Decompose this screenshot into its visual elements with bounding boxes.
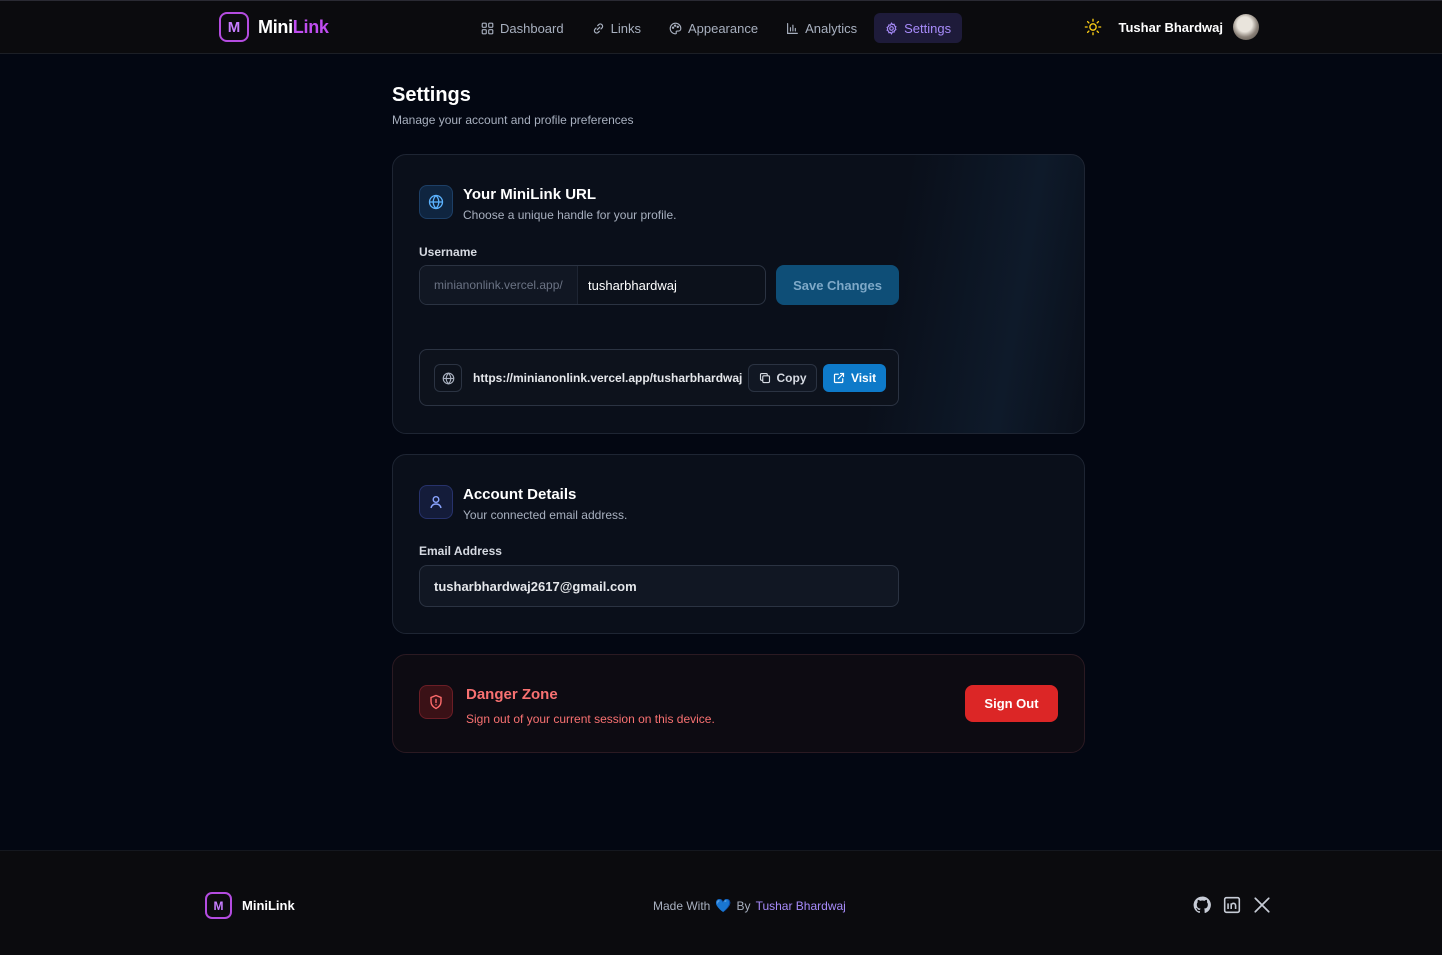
top-navbar: M MiniLink Dashboard Links Appearance An… xyxy=(0,0,1442,54)
danger-zone-card: Danger Zone Sign out of your current ses… xyxy=(392,654,1085,753)
card-header: Account Details Your connected email add… xyxy=(419,485,627,522)
github-icon[interactable] xyxy=(1193,896,1211,914)
user-menu: Tushar Bhardwaj xyxy=(1084,14,1259,40)
external-link-icon xyxy=(833,372,845,384)
visit-button[interactable]: Visit xyxy=(823,364,886,392)
linkedin-icon[interactable] xyxy=(1223,896,1241,914)
nav-item-label: Dashboard xyxy=(500,20,564,36)
card-header-text: Account Details Your connected email add… xyxy=(463,485,627,522)
page-subtitle: Manage your account and profile preferen… xyxy=(392,113,634,127)
public-url-box: https://minianonlink.vercel.app/tusharbh… xyxy=(419,349,899,406)
card-header: Danger Zone Sign out of your current ses… xyxy=(419,685,715,726)
username-field: minianonlink.vercel.app/ tusharbhardwaj xyxy=(419,265,766,305)
nav-item-settings[interactable]: Settings xyxy=(874,13,963,43)
footer-credit: Made With 💙 By Tushar Bhardwaj xyxy=(653,898,846,914)
globe-icon xyxy=(428,194,444,210)
sun-icon[interactable] xyxy=(1084,18,1102,36)
card-title: Account Details xyxy=(463,486,577,503)
copy-icon xyxy=(759,372,770,384)
card-title: Your MiniLink URL xyxy=(463,186,597,203)
page-title: Settings xyxy=(392,84,471,106)
avatar[interactable] xyxy=(1233,14,1259,40)
card-title: Danger Zone xyxy=(466,686,558,703)
nav-item-links[interactable]: Links xyxy=(581,13,652,43)
nav-item-label: Appearance xyxy=(687,20,759,36)
user-icon xyxy=(430,496,442,509)
brand-name: MiniLink xyxy=(258,17,329,38)
palette-icon xyxy=(669,22,682,34)
brand-name-part1: Mini xyxy=(258,16,293,37)
username-label: Username xyxy=(419,245,478,259)
footer-brand[interactable]: M MiniLink xyxy=(205,892,295,919)
social-links xyxy=(1193,896,1271,914)
footer-brand-name: MiniLink xyxy=(242,898,295,913)
nav-item-label: Analytics xyxy=(805,20,858,36)
user-icon-tile xyxy=(419,485,453,519)
bar-chart-icon xyxy=(787,22,799,34)
sign-out-button[interactable]: Sign Out xyxy=(965,685,1058,722)
brand-name-part2: Link xyxy=(292,16,329,37)
account-details-card: Account Details Your connected email add… xyxy=(392,454,1085,634)
link-icon xyxy=(593,22,603,34)
shield-alert-icon xyxy=(430,694,442,710)
credit-prefix: Made With xyxy=(653,899,711,913)
footer: M MiniLink Made With 💙 By Tushar Bhardwa… xyxy=(0,850,1442,955)
visit-label: Visit xyxy=(850,371,877,385)
save-changes-button[interactable]: Save Changes xyxy=(776,265,899,305)
card-header: Your MiniLink URL Choose a unique handle… xyxy=(419,185,676,222)
heart-icon: 💙 xyxy=(715,898,732,913)
nav-item-analytics[interactable]: Analytics xyxy=(775,13,868,43)
nav-item-label: Links xyxy=(610,20,641,36)
nav-item-label: Settings xyxy=(904,20,952,36)
credit-author-link[interactable]: Tushar Bhardwaj xyxy=(756,899,846,913)
nav-item-appearance[interactable]: Appearance xyxy=(658,13,769,43)
logo-mark: M xyxy=(205,892,232,919)
email-label: Email Address xyxy=(419,544,502,558)
card-header-text: Your MiniLink URL Choose a unique handle… xyxy=(463,185,676,222)
gear-icon xyxy=(886,21,897,35)
minilink-url-card: Your MiniLink URL Choose a unique handle… xyxy=(392,154,1085,434)
globe-icon xyxy=(442,371,454,385)
brand-logo[interactable]: M MiniLink xyxy=(219,12,329,42)
grid-icon xyxy=(481,22,494,34)
nav-item-dashboard[interactable]: Dashboard xyxy=(470,13,575,43)
email-field[interactable]: tusharbhardwaj2617@gmail.com xyxy=(419,565,899,607)
credit-by: By xyxy=(736,899,751,913)
user-name[interactable]: Tushar Bhardwaj xyxy=(1118,20,1223,35)
main-nav: Dashboard Links Appearance Analytics Set… xyxy=(470,13,963,43)
card-description: Sign out of your current session on this… xyxy=(466,712,715,726)
logo-mark: M xyxy=(219,12,249,42)
link-globe-tile xyxy=(434,364,462,392)
username-input[interactable]: tusharbhardwaj xyxy=(578,266,765,304)
shield-icon-tile xyxy=(419,685,453,719)
url-prefix: minianonlink.vercel.app/ xyxy=(420,266,578,304)
x-icon[interactable] xyxy=(1253,896,1271,914)
card-header-text: Danger Zone Sign out of your current ses… xyxy=(466,685,715,726)
globe-icon-tile xyxy=(419,185,453,219)
public-url: https://minianonlink.vercel.app/tusharbh… xyxy=(473,371,743,385)
card-description: Your connected email address. xyxy=(463,508,628,522)
card-description: Choose a unique handle for your profile. xyxy=(463,208,677,222)
copy-label: Copy xyxy=(776,371,807,385)
copy-button[interactable]: Copy xyxy=(748,364,817,392)
